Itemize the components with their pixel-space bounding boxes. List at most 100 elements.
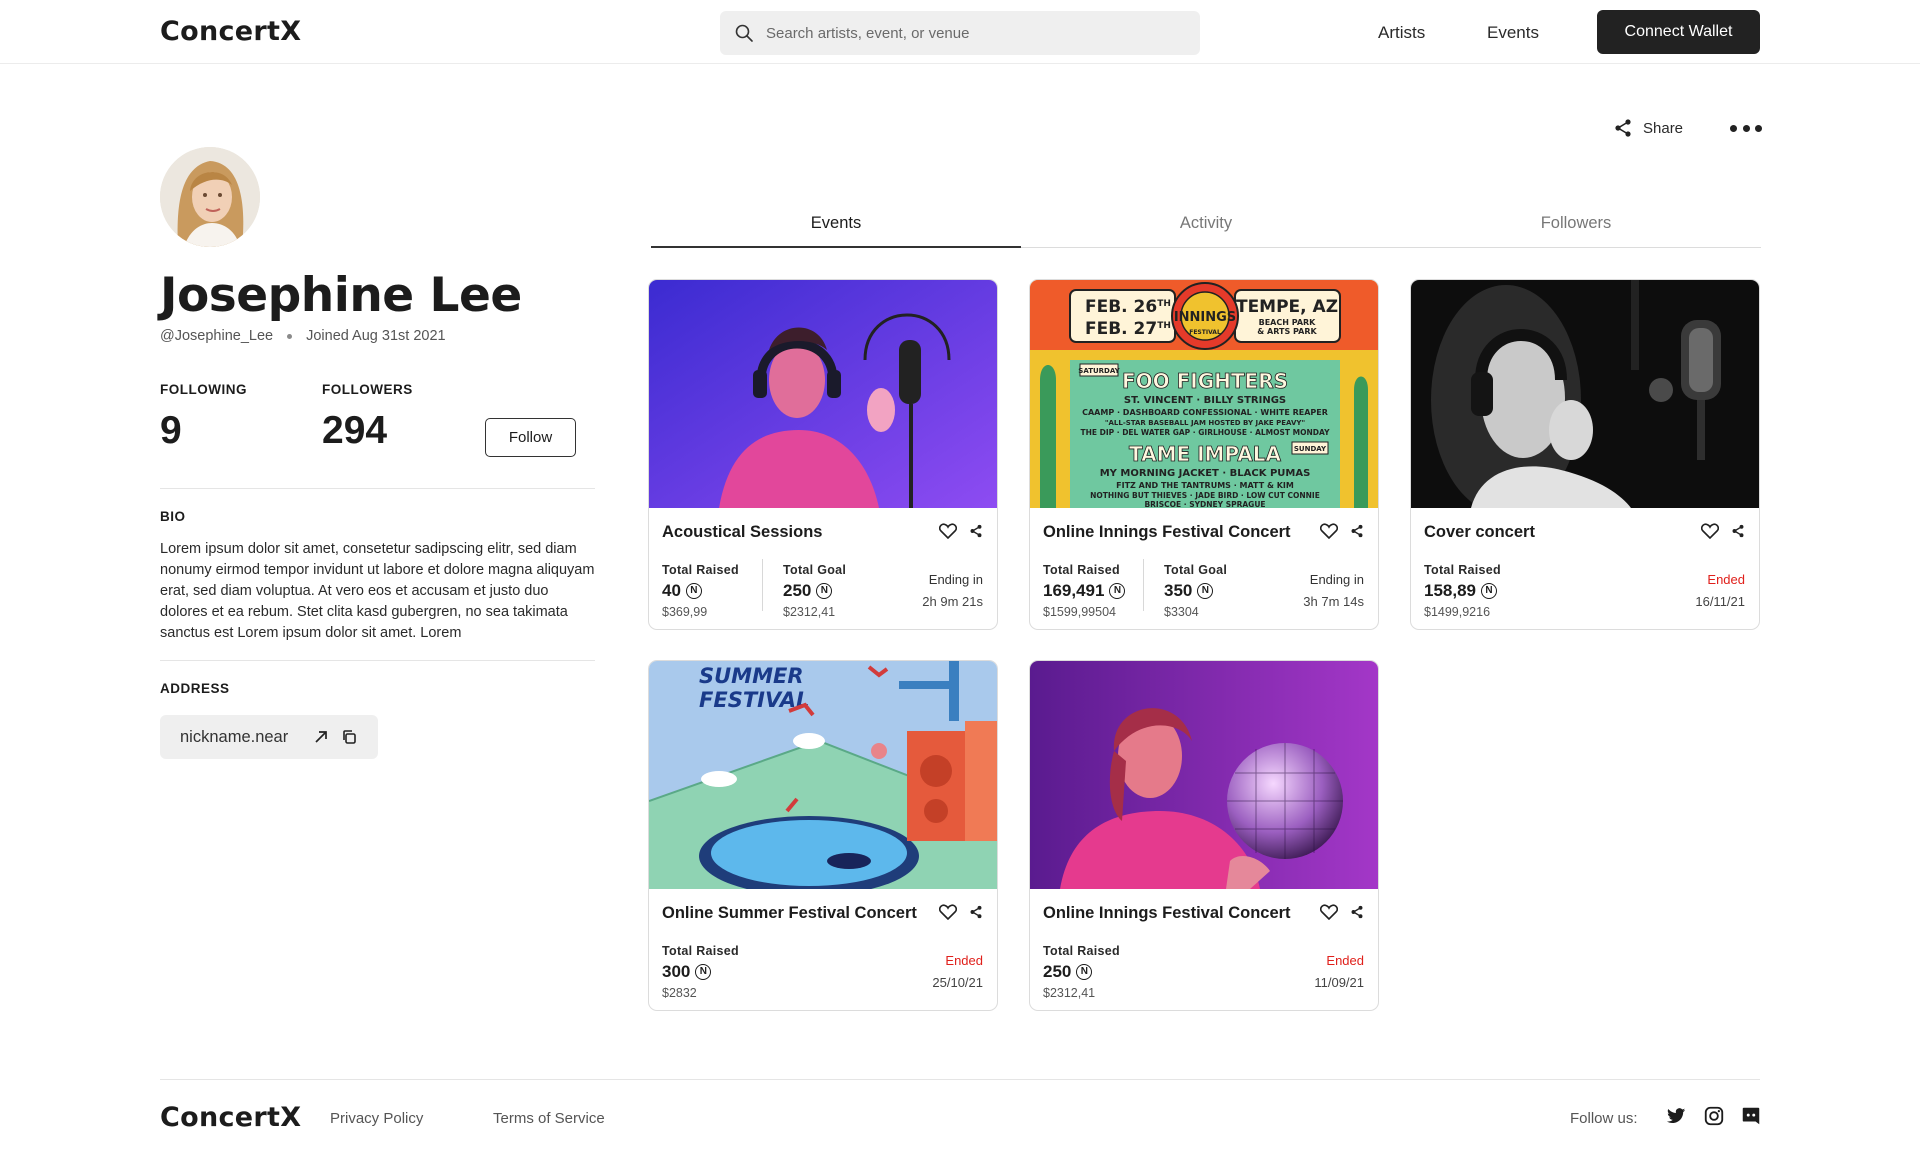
card-actions xyxy=(939,904,983,920)
poster-headliner-2: TAME IMPALA xyxy=(1129,442,1281,466)
avatar xyxy=(160,147,260,247)
event-title[interactable]: Online Innings Festival Concert xyxy=(1043,904,1291,923)
total-goal: Total Goal 250 N $2312,41 xyxy=(783,563,846,619)
raised-value: 250 N xyxy=(1043,962,1120,982)
poster-venue-line2: & ARTS PARK xyxy=(1257,327,1317,336)
poster-summer: SUMMER xyxy=(699,664,804,688)
goal-usd: $3304 xyxy=(1164,605,1199,619)
event-card[interactable]: Online Innings Festival Concert Total Ra… xyxy=(1029,660,1379,1011)
profile-handle: @Josephine_Lee xyxy=(160,328,274,344)
share-icon xyxy=(1615,119,1631,137)
event-card[interactable]: Acoustical Sessions Total Raised 40 N $36… xyxy=(648,279,998,630)
heart-icon[interactable] xyxy=(939,904,957,920)
event-card[interactable]: Cover concert Total Raised 158,89 N $1499… xyxy=(1410,279,1760,630)
privacy-policy-link[interactable]: Privacy Policy xyxy=(330,1110,423,1127)
raised-label: Total Raised xyxy=(1043,563,1120,577)
share-icon[interactable] xyxy=(969,524,983,538)
poster-sunday-line-3: NOTHING BUT THIEVES · JADE BIRD · LOW CU… xyxy=(1090,491,1320,500)
share-icon[interactable] xyxy=(1731,524,1745,538)
event-status: Ended 11/09/21 xyxy=(1314,953,1364,990)
poster-saturday-line-3: "ALL-STAR BASEBALL JAM HOSTED BY JAKE PE… xyxy=(1105,419,1305,427)
event-card[interactable]: FEB. 26TH FEB. 27TH TEMPE, AZ BEACH PARK… xyxy=(1029,279,1379,630)
poster-venue-line1: BEACH PARK xyxy=(1259,318,1317,327)
goal-value: 350 N xyxy=(1164,581,1227,601)
poster-headliner-1: FOO FIGHTERS xyxy=(1122,369,1288,393)
external-link-icon[interactable] xyxy=(312,728,330,746)
near-icon: N xyxy=(685,583,702,599)
event-status: Ended 16/11/21 xyxy=(1695,572,1745,609)
nav-artists[interactable]: Artists xyxy=(1378,23,1425,43)
raised-label: Total Raised xyxy=(1043,944,1120,958)
follow-us-label: Follow us: xyxy=(1570,1110,1638,1127)
total-raised: Total Raised 300 N $2832 xyxy=(662,944,739,1000)
twitter-icon[interactable] xyxy=(1665,1105,1687,1127)
instagram-icon[interactable] xyxy=(1703,1105,1725,1127)
event-title[interactable]: Online Innings Festival Concert xyxy=(1043,523,1291,542)
footer-logo[interactable]: ConcertX xyxy=(160,1102,301,1133)
heart-icon[interactable] xyxy=(1320,904,1338,920)
event-title[interactable]: Online Summer Festival Concert xyxy=(662,904,917,923)
poster-sunday-line-2: FITZ AND THE TANTRUMS · MATT & KIM xyxy=(1116,481,1294,490)
poster-saturday-line-1: ST. VINCENT · BILLY STRINGS xyxy=(1124,395,1286,406)
near-icon: N xyxy=(695,964,712,980)
near-icon: N xyxy=(1109,583,1126,599)
divider xyxy=(762,559,763,611)
address-label: ADDRESS xyxy=(160,681,230,696)
follow-button[interactable]: Follow xyxy=(485,418,576,457)
event-image xyxy=(1030,661,1378,889)
poster-date-2-suffix: TH xyxy=(1157,321,1171,331)
nav-events[interactable]: Events xyxy=(1487,23,1539,43)
poster-sunday-line-4: BRISCOE · SYDNEY SPRAGUE xyxy=(1144,500,1265,508)
heart-icon[interactable] xyxy=(1701,523,1719,539)
status-time: 3h 7m 14s xyxy=(1303,594,1364,609)
search-input[interactable] xyxy=(766,11,1186,55)
divider xyxy=(160,660,595,661)
address-box: nickname.near xyxy=(160,715,378,759)
status-time: 11/09/21 xyxy=(1314,975,1364,990)
heart-icon[interactable] xyxy=(939,523,957,539)
total-raised: Total Raised 158,89 N $1499,9216 xyxy=(1424,563,1501,619)
separator-dot xyxy=(287,333,293,339)
event-title[interactable]: Acoustical Sessions xyxy=(662,523,822,542)
goal-label: Total Goal xyxy=(1164,563,1228,577)
status-label: Ended xyxy=(945,953,983,968)
copy-icon[interactable] xyxy=(340,728,358,746)
event-title[interactable]: Cover concert xyxy=(1424,523,1535,542)
heart-icon[interactable] xyxy=(1320,523,1338,539)
search-bar[interactable] xyxy=(720,11,1200,55)
status-time: 16/11/21 xyxy=(1695,594,1745,609)
total-raised: Total Raised 40 N $369,99 xyxy=(662,563,739,619)
tab-events[interactable]: Events xyxy=(651,214,1021,233)
card-actions xyxy=(1320,523,1364,539)
followers-count[interactable]: 294 xyxy=(322,409,387,453)
profile-meta: @Josephine_Lee Joined Aug 31st 2021 xyxy=(160,328,446,344)
card-actions xyxy=(1320,904,1364,920)
raised-usd: $2832 xyxy=(662,986,697,1000)
connect-wallet-button[interactable]: Connect Wallet xyxy=(1597,10,1760,54)
share-icon[interactable] xyxy=(969,905,983,919)
poster-city: TEMPE, AZ xyxy=(1236,297,1338,317)
raised-label: Total Raised xyxy=(1424,563,1501,577)
logo[interactable]: ConcertX xyxy=(160,16,301,47)
tab-activity[interactable]: Activity xyxy=(1021,214,1391,233)
raised-value: 40 N xyxy=(662,581,739,601)
bio-label: BIO xyxy=(160,509,186,524)
joined-date: Joined Aug 31st 2021 xyxy=(306,328,446,344)
event-card[interactable]: SUMMER FESTIVAL Online Summer Festival C… xyxy=(648,660,998,1011)
share-label: Share xyxy=(1643,119,1684,137)
discord-icon[interactable] xyxy=(1740,1105,1762,1127)
profile-name: Josephine Lee xyxy=(160,268,522,323)
more-icon[interactable] xyxy=(1730,119,1762,137)
share-button[interactable]: Share xyxy=(1613,117,1683,139)
terms-of-service-link[interactable]: Terms of Service xyxy=(493,1110,605,1127)
following-count[interactable]: 9 xyxy=(160,409,182,453)
card-actions xyxy=(939,523,983,539)
share-icon[interactable] xyxy=(1350,905,1364,919)
share-icon[interactable] xyxy=(1350,524,1364,538)
tab-followers[interactable]: Followers xyxy=(1391,214,1761,233)
poster-saturday-line-2: CAAMP · DASHBOARD CONFESSIONAL · WHITE R… xyxy=(1082,408,1328,417)
raised-usd: $1499,9216 xyxy=(1424,605,1491,619)
poster-date-1-suffix: TH xyxy=(1157,299,1171,309)
raised-value: 158,89 N xyxy=(1424,581,1501,601)
poster-saturday-line-4: THE DIP · DEL WATER GAP · GIRLHOUSE · AL… xyxy=(1080,428,1330,437)
